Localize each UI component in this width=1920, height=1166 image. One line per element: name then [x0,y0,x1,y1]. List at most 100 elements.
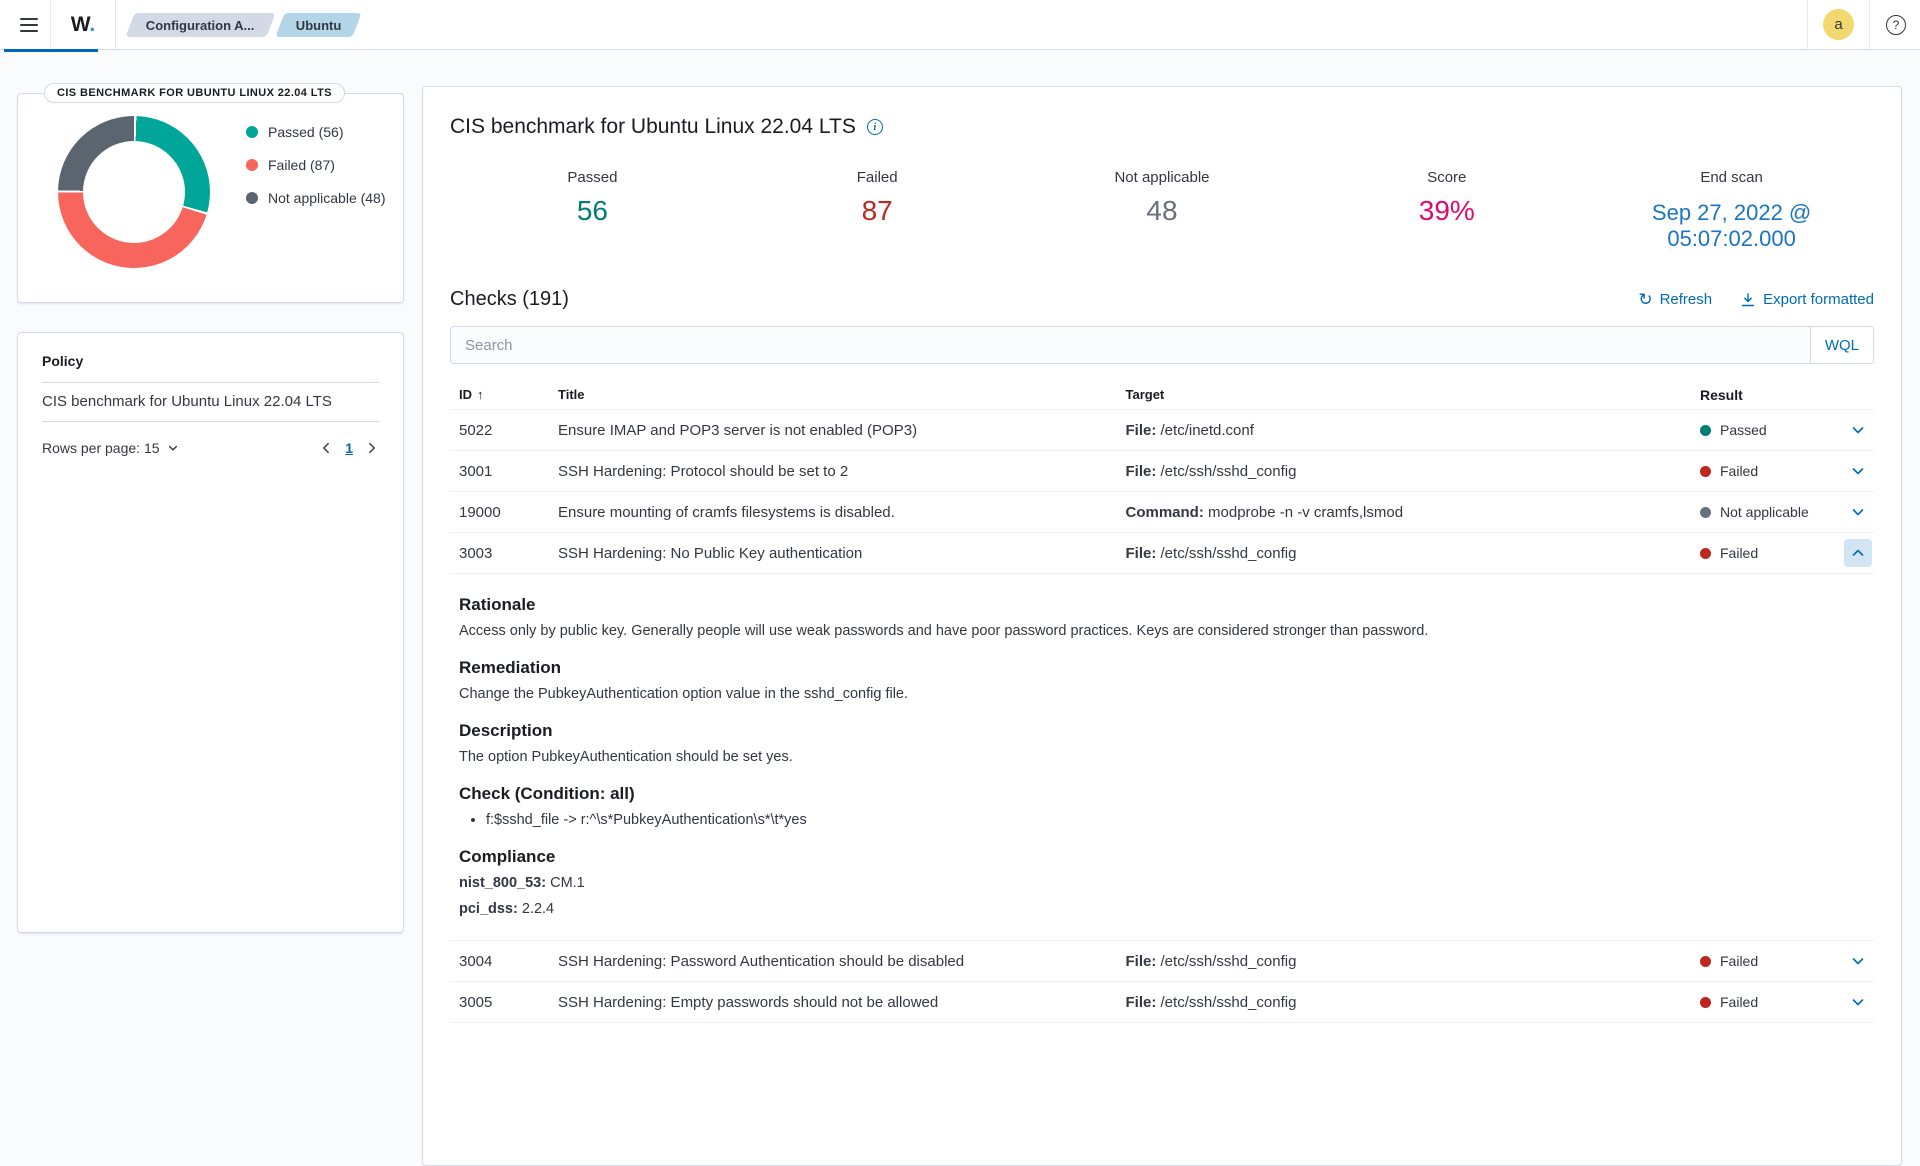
export-icon [1740,292,1756,308]
refresh-button[interactable]: ↻ Refresh [1638,291,1712,308]
pagination: 1 [319,440,379,456]
legend-item-failed: Failed (87) [246,157,386,173]
check-result: Passed [1678,422,1828,438]
navbar-divider [1807,0,1808,49]
expand-row-button[interactable] [1844,947,1872,975]
check-condition-section: Check (Condition: all) f:$sshd_file -> r… [459,784,1866,828]
help-icon[interactable]: ? [1886,15,1906,35]
check-rule: f:$sshd_file -> r:^\s*PubkeyAuthenticati… [486,812,1866,828]
result-dot [1700,548,1711,559]
check-target: File: /etc/ssh/sshd_config [1111,953,1679,970]
stat-end-scan: End scan Sep 27, 2022 @ 05:07:02.000 [1589,169,1874,252]
check-title: Ensure IMAP and POP3 server is not enabl… [550,422,1111,439]
check-target: Command: modprobe -n -v cramfs,lsmod [1111,504,1679,521]
legend-dot-failed [246,159,258,171]
checks-count-title: Checks (191) [450,288,569,311]
stats-row: Passed 56 Failed 87 Not applicable 48 Sc… [450,169,1874,252]
legend-dot-passed [246,126,258,138]
header-result[interactable]: Result [1678,387,1828,403]
policy-column-header[interactable]: Policy [42,353,379,383]
check-id: 3005 [450,994,550,1011]
compliance-section: Compliance nist_800_53: CM.1 pci_dss: 2.… [459,847,1866,917]
search-bar: WQL [450,326,1874,364]
check-target: File: /etc/ssh/sshd_config [1111,463,1679,480]
legend-dot-not-applicable [246,192,258,204]
check-id: 19000 [450,504,550,521]
navbar-divider [115,0,116,49]
next-page-button[interactable] [365,441,379,455]
legend-label: Passed (56) [268,124,343,140]
chevron-down-icon [1850,463,1866,479]
breadcrumb: Configuration A... Ubuntu [130,13,366,37]
chart-legend: Passed (56) Failed (87) Not applicable (… [246,124,386,206]
donut-chart [58,116,210,268]
compliance-entry: pci_dss: 2.2.4 [459,901,1866,917]
check-detail: Rationale Access only by public key. Gen… [450,574,1874,941]
logo-dot: . [89,13,95,36]
user-avatar[interactable]: a [1823,9,1854,40]
breadcrumb-configuration-assessment[interactable]: Configuration A... [125,13,275,37]
header-id[interactable]: ID ↑ [450,387,550,402]
wql-language-button[interactable]: WQL [1811,327,1873,363]
expand-row-button[interactable] [1844,988,1872,1016]
search-input[interactable] [451,327,1810,363]
sidebar: CIS BENCHMARK FOR UBUNTU LINUX 22.04 LTS… [17,66,404,933]
policy-row[interactable]: CIS benchmark for Ubuntu Linux 22.04 LTS [42,383,379,422]
checks-table: ID ↑ Title Target Result 5022 Ensure IMA… [450,380,1874,1023]
compliance-entry: nist_800_53: CM.1 [459,875,1866,891]
policy-table-card: Policy CIS benchmark for Ubuntu Linux 22… [17,332,404,933]
description-section: Description The option PubkeyAuthenticat… [459,721,1866,765]
check-title: SSH Hardening: Protocol should be set to… [550,463,1111,480]
chevron-down-icon [1850,994,1866,1010]
card-title-badge: CIS BENCHMARK FOR UBUNTU LINUX 22.04 LTS [44,83,345,103]
table-row[interactable]: 3005 SSH Hardening: Empty passwords shou… [450,982,1874,1023]
export-formatted-button[interactable]: Export formatted [1740,291,1874,308]
header-title[interactable]: Title [550,387,1111,402]
result-dot [1700,466,1711,477]
table-row[interactable]: 19000 Ensure mounting of cramfs filesyst… [450,492,1874,533]
check-title: Ensure mounting of cramfs filesystems is… [550,504,1111,521]
stat-not-applicable: Not applicable 48 [1020,169,1305,252]
check-id: 5022 [450,422,550,439]
table-row[interactable]: 3004 SSH Hardening: Password Authenticat… [450,941,1874,982]
result-dot [1700,956,1711,967]
top-navbar: W. Configuration A... Ubuntu a ? [0,0,1920,50]
table-row[interactable]: 5022 Ensure IMAP and POP3 server is not … [450,410,1874,451]
legend-item-passed: Passed (56) [246,124,386,140]
page-number-1[interactable]: 1 [345,440,353,456]
benchmark-summary-card: CIS BENCHMARK FOR UBUNTU LINUX 22.04 LTS… [17,93,404,303]
check-title: SSH Hardening: Password Authentication s… [550,953,1111,970]
legend-label: Not applicable (48) [268,190,386,206]
stat-score: Score 39% [1304,169,1589,252]
header-target[interactable]: Target [1111,387,1679,402]
table-row[interactable]: 3001 SSH Hardening: Protocol should be s… [450,451,1874,492]
previous-page-button[interactable] [319,441,333,455]
page-title: CIS benchmark for Ubuntu Linux 22.04 LTS [450,115,856,139]
remediation-section: Remediation Change the PubkeyAuthenticat… [459,658,1866,702]
collapse-row-button[interactable] [1844,539,1872,567]
check-result: Failed [1678,545,1828,561]
wazuh-logo[interactable]: W. [51,13,115,37]
result-dot [1700,997,1711,1008]
menu-toggle-button[interactable] [8,4,50,46]
chevron-down-icon [1850,504,1866,520]
table-row-expanded[interactable]: 3003 SSH Hardening: No Public Key authen… [450,533,1874,574]
breadcrumb-ubuntu[interactable]: Ubuntu [275,13,362,37]
check-title: SSH Hardening: Empty passwords should no… [550,994,1111,1011]
chevron-down-icon [1850,422,1866,438]
chevron-up-icon [1850,545,1866,561]
hamburger-icon [20,18,38,20]
rationale-section: Rationale Access only by public key. Gen… [459,595,1866,639]
check-result: Failed [1678,953,1828,969]
info-icon[interactable]: i [867,119,883,135]
legend-label: Failed (87) [268,157,335,173]
expand-row-button[interactable] [1844,416,1872,444]
check-id: 3003 [450,545,550,562]
chevron-down-icon [1850,953,1866,969]
check-target: File: /etc/inetd.conf [1111,422,1679,439]
expand-row-button[interactable] [1844,457,1872,485]
expand-row-button[interactable] [1844,498,1872,526]
benchmark-detail-panel: CIS benchmark for Ubuntu Linux 22.04 LTS… [422,86,1902,1166]
check-target: File: /etc/ssh/sshd_config [1111,994,1679,1011]
rows-per-page-button[interactable]: Rows per page: 15 [42,440,179,456]
